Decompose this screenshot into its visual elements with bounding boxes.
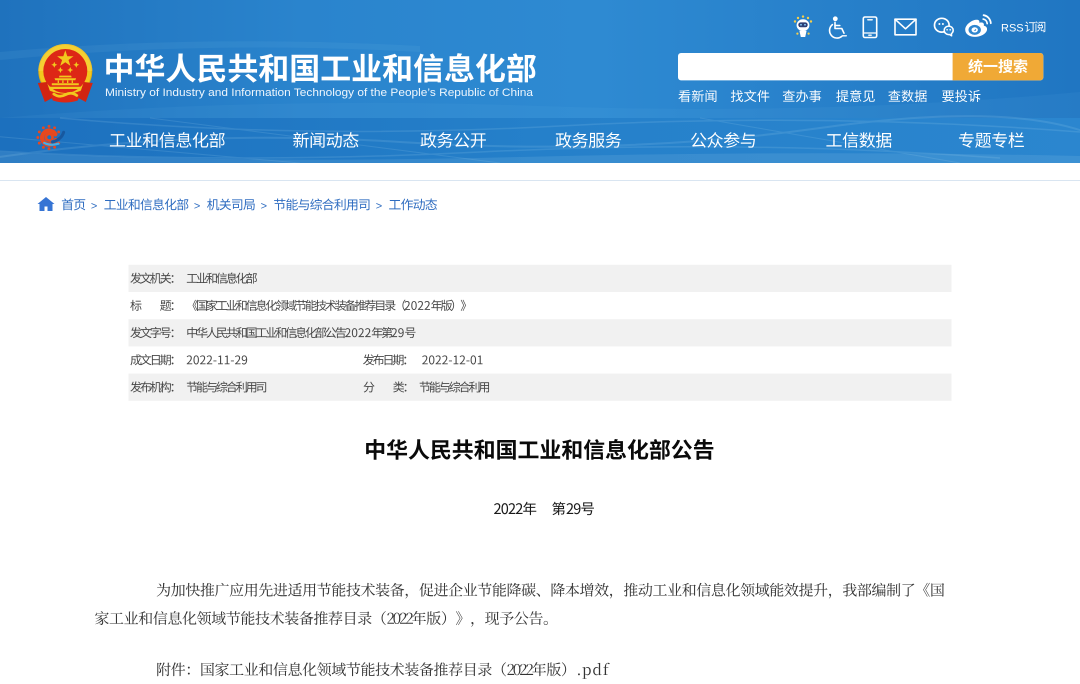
svg-text:Ministry of Industry and Infor: Ministry of Industry and Information Tec…: [105, 87, 533, 99]
svg-text:>: >: [91, 200, 97, 212]
svg-text:>: >: [376, 200, 382, 212]
svg-text:>: >: [261, 200, 267, 212]
svg-text:RSS: RSS: [1001, 22, 1024, 34]
svg-text:>: >: [194, 200, 200, 212]
